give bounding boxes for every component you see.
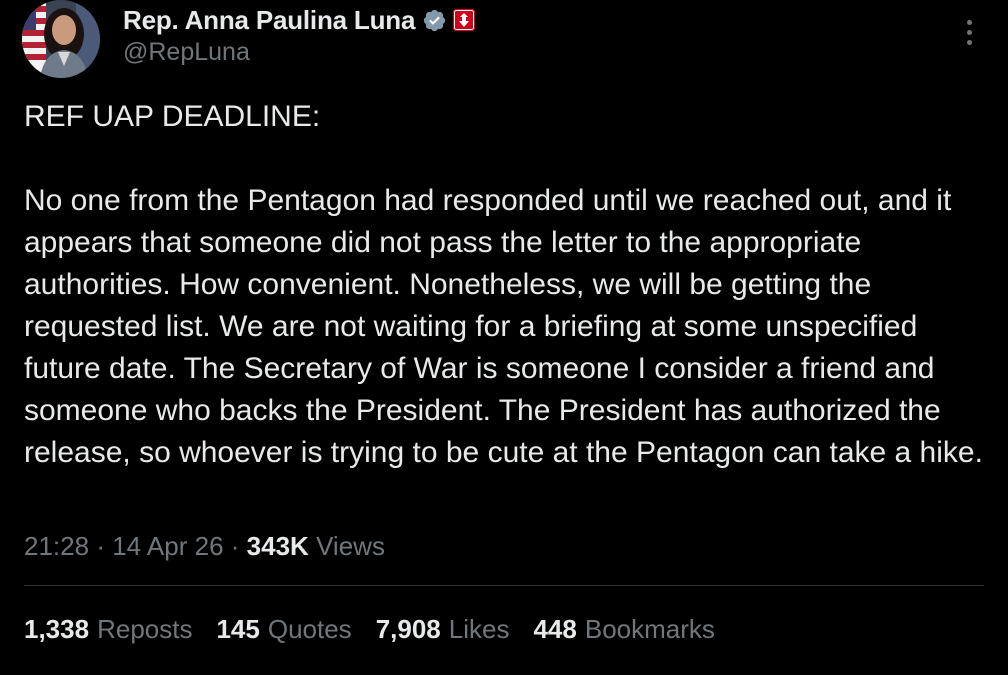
tweet: Rep. Anna Paulina Luna @RepLuna REF UAP … [0, 0, 1008, 675]
stat-count: 448 [533, 614, 577, 644]
stat-label: Likes [448, 614, 510, 644]
avatar[interactable] [22, 0, 100, 78]
meta-separator: · [96, 531, 105, 561]
more-dot [966, 19, 972, 25]
bookmarks-stat[interactable]: 448 Bookmarks [533, 611, 714, 647]
quotes-stat[interactable]: 145 Quotes [216, 611, 351, 647]
display-name[interactable]: Rep. Anna Paulina Luna [123, 5, 415, 36]
profile-photo [22, 0, 100, 78]
views-count[interactable]: 343K [247, 531, 309, 561]
stat-label: Bookmarks [584, 614, 715, 644]
more-dot [966, 39, 972, 45]
engagement-stats: 1,338 Reposts 145 Quotes 7,908 Likes 448 Boo… [24, 611, 715, 647]
name-row: Rep. Anna Paulina Luna [123, 2, 476, 38]
more-dot [966, 29, 972, 35]
post-date[interactable]: 14 Apr 26 [112, 531, 223, 561]
stat-count: 7,908 [375, 614, 441, 644]
post-time[interactable]: 21:28 [24, 531, 89, 561]
stat-count: 145 [216, 614, 260, 644]
stat-count: 1,338 [24, 614, 90, 644]
post-text: REF UAP DEADLINE: No one from the Pentag… [24, 100, 983, 469]
views-label: Views [316, 531, 385, 561]
verified-badge-icon[interactable] [422, 8, 447, 33]
more-options-icon[interactable] [958, 16, 980, 48]
divider [24, 585, 984, 586]
likes-stat[interactable]: 7,908 Likes [376, 611, 510, 647]
stat-label: Quotes [267, 614, 352, 644]
author-info: Rep. Anna Paulina Luna @RepLuna [123, 2, 476, 67]
stat-label: Reposts [97, 614, 193, 644]
government-affiliation-badge-icon[interactable] [453, 9, 476, 31]
handle[interactable]: @RepLuna [123, 38, 475, 67]
post-meta: 21:28 · 14 Apr 26 · 343K Views [24, 528, 385, 564]
reposts-stat[interactable]: 1,338 Reposts [24, 611, 192, 647]
meta-separator: · [230, 531, 240, 561]
